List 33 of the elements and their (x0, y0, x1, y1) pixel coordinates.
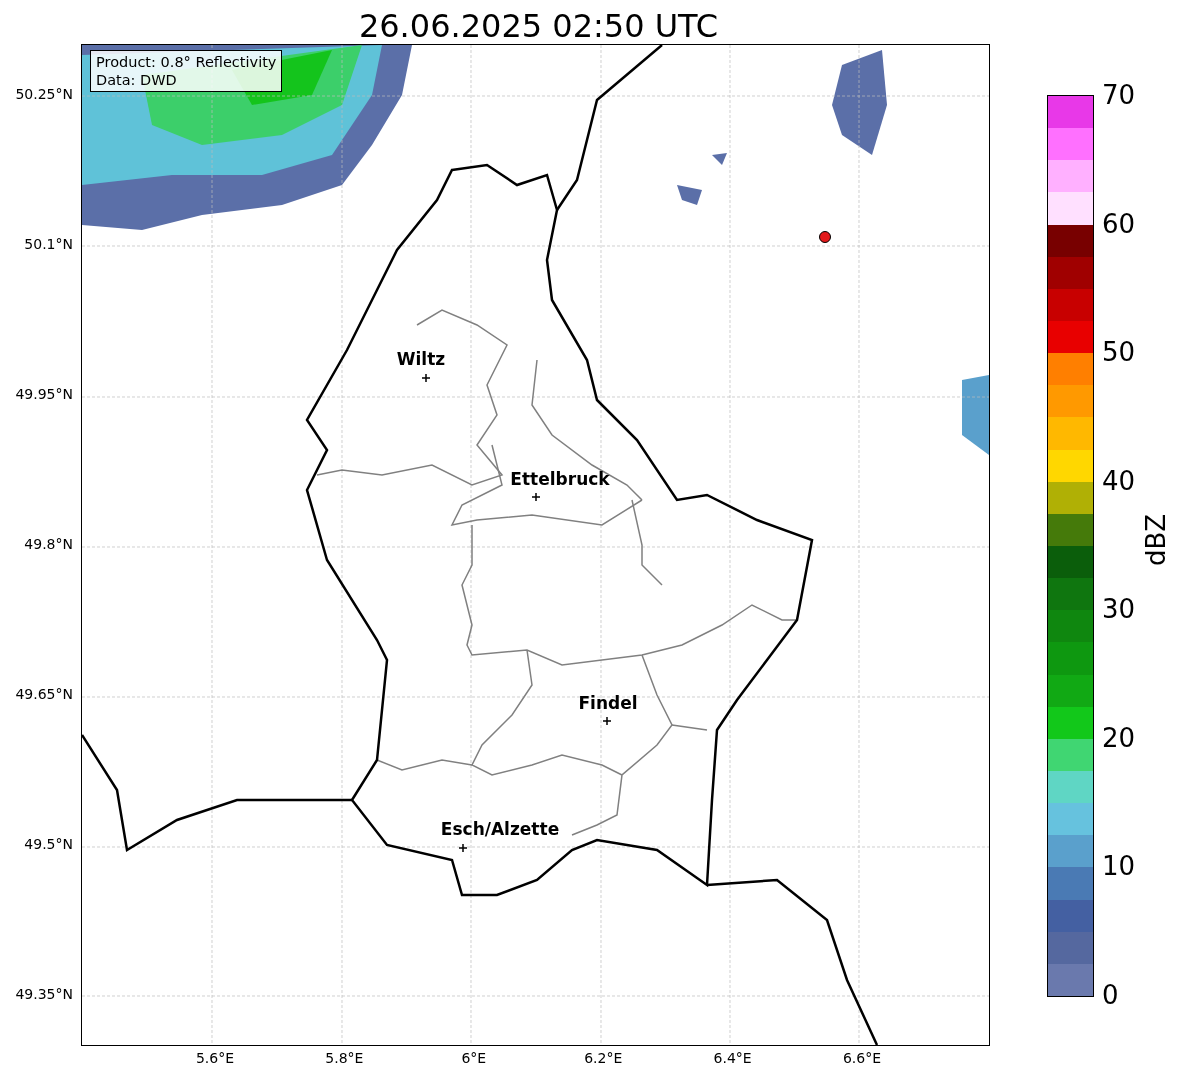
colorbar-tick-label: 60 (1102, 208, 1136, 239)
city-label: Wiltz (396, 350, 446, 368)
chart-title: 26.06.2025 02:50 UTC (357, 6, 720, 44)
latitude-label: 49.8°N (24, 536, 73, 552)
colorbar-tick-label: 30 (1102, 594, 1136, 625)
city-marker-icon (603, 717, 611, 725)
colorbar-tick-label: 20 (1102, 722, 1136, 753)
latitude-label: 49.95°N (15, 386, 73, 402)
latitude-label: 49.35°N (15, 986, 73, 1002)
longitude-label: 5.8°E (324, 1050, 365, 1066)
latitude-label: 50.1°N (24, 236, 73, 252)
city-marker-icon (532, 493, 540, 501)
colorbar-tick-label: 50 (1102, 337, 1136, 368)
city-label: Findel (578, 694, 638, 712)
colorbar-tick-label: 10 (1102, 851, 1136, 882)
longitude-label: 5.6°E (194, 1050, 236, 1066)
city-label: Ettelbruck (510, 470, 610, 488)
info-text: Product: 0.8° Reflectivity (96, 53, 277, 71)
colorbar-tick-label: 70 (1102, 80, 1136, 110)
latitude-label: 50.25°N (15, 86, 73, 102)
colorbar-tick-label: 0 (1102, 980, 1119, 1010)
city-label: Esch/Alzette (440, 820, 560, 838)
latitude-label: 49.5°N (24, 836, 73, 852)
latitude-label: 49.65°N (15, 686, 73, 702)
city-marker-icon (422, 374, 430, 382)
longitude-label: 6°E (460, 1050, 488, 1066)
longitude-label: 6.2°E (583, 1050, 624, 1066)
longitude-label: 6.6°E (841, 1050, 883, 1066)
longitude-label: 6.4°E (712, 1050, 753, 1066)
colorbar-label: dBZ (1141, 513, 1172, 567)
info-text: Data: DWD (96, 71, 178, 89)
colorbar-tick-label: 40 (1102, 465, 1136, 496)
city-marker-icon (459, 844, 467, 852)
